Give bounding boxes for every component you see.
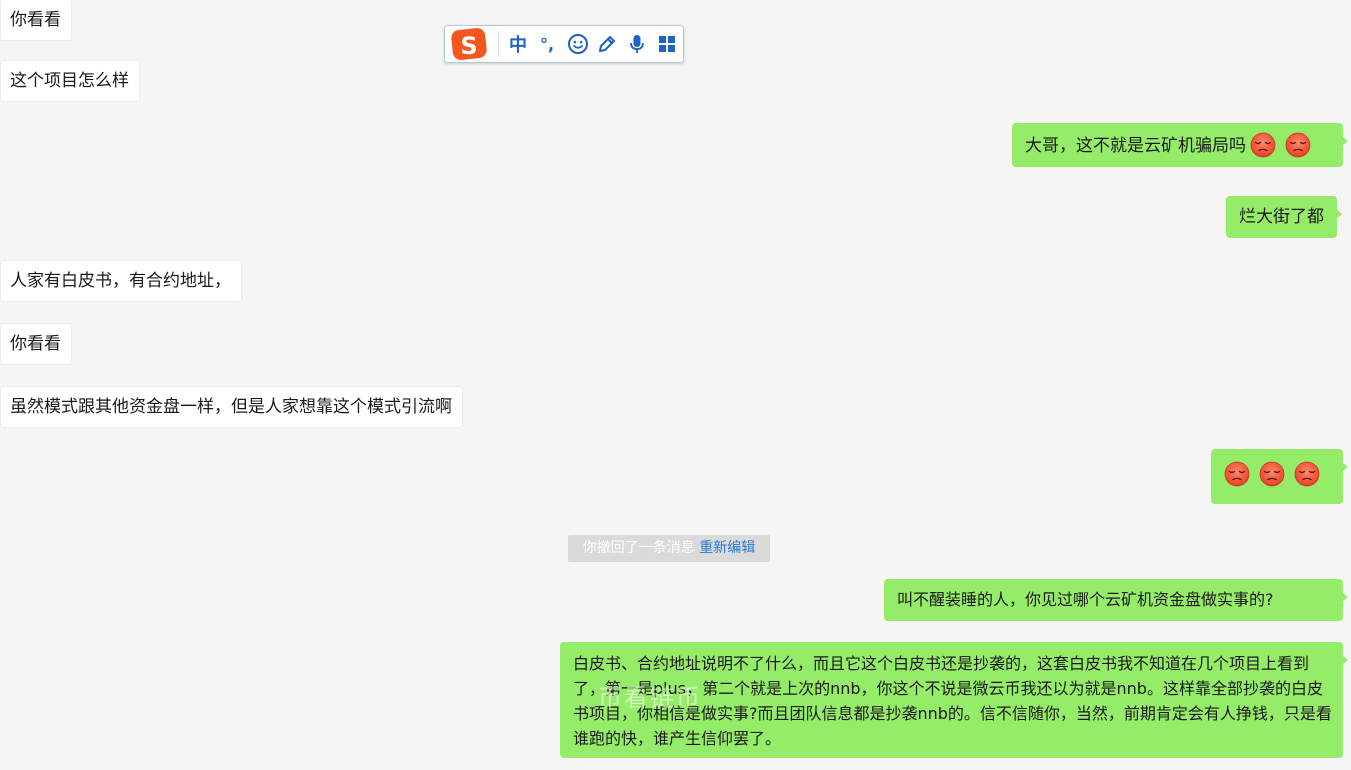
outgoing-message[interactable]: 白皮书、合约地址说明不了什么，而且它这个白皮书还是抄袭的，这套白皮书我不知道在几… [560, 642, 1348, 758]
punctuation-label: °, [539, 34, 555, 54]
sogou-logo-icon[interactable]: S [449, 27, 491, 61]
outgoing-message[interactable]: 大哥，这不就是云矿机骗局吗 [1012, 123, 1348, 167]
sad-face-emoji-icon [1224, 461, 1250, 487]
message-text: 你看看 [10, 10, 61, 30]
message-text: 虽然模式跟其他资金盘一样，但是人家想靠这个模式引流啊 [10, 397, 452, 417]
toolbox-button[interactable] [654, 31, 680, 57]
message-text: 烂大街了都 [1239, 207, 1324, 227]
smiley-icon [568, 34, 588, 54]
pen-icon [599, 36, 615, 52]
message-text: 大哥，这不就是云矿机骗局吗 [1025, 136, 1246, 156]
sad-face-emoji-icon [1250, 132, 1276, 158]
sad-face-emoji-icon [1259, 461, 1285, 487]
message-text: 这个项目怎么样 [10, 71, 129, 91]
re-edit-link[interactable]: 重新编辑 [699, 540, 755, 556]
grid-icon [659, 36, 675, 52]
microphone-icon [630, 35, 644, 53]
outgoing-message[interactable]: 烂大街了都 [1226, 196, 1342, 238]
message-text: 白皮书、合约地址说明不了什么，而且它这个白皮书还是抄袭的，这套白皮书我不知道在几… [573, 654, 1332, 748]
message-text: 人家有白皮书，有合约地址， [10, 271, 231, 291]
incoming-message[interactable]: 这个项目怎么样 [0, 60, 140, 102]
emoji-button[interactable] [565, 31, 591, 57]
svg-text:S: S [460, 32, 477, 60]
incoming-message[interactable]: 你看看 [0, 0, 72, 41]
toolbar-divider [498, 31, 499, 57]
message-text: 你看看 [10, 334, 61, 354]
incoming-message[interactable]: 你看看 [0, 323, 72, 365]
punctuation-button[interactable]: °, [534, 31, 560, 57]
recall-notice: 你撤回了一条消息 重新编辑 [568, 535, 770, 562]
voice-input-button[interactable] [624, 31, 650, 57]
sad-face-emoji-icon [1294, 461, 1320, 487]
chat-window: 你看看 这个项目怎么样 S 中 °, 大哥，这不就是云矿机骗局吗 烂大街了都 人… [0, 0, 1351, 770]
handwriting-button[interactable] [594, 31, 620, 57]
ime-toolbar[interactable]: S 中 °, [444, 25, 684, 63]
recall-text: 你撤回了一条消息 [582, 540, 695, 556]
outgoing-emoji-message[interactable] [1211, 449, 1348, 504]
incoming-message[interactable]: 虽然模式跟其他资金盘一样，但是人家想靠这个模式引流啊 [0, 386, 463, 428]
outgoing-message[interactable]: 叫不醒装睡的人，你见过哪个云矿机资金盘做实事的? [884, 579, 1348, 621]
sad-face-emoji-icon [1285, 132, 1311, 158]
message-text: 叫不醒装睡的人，你见过哪个云矿机资金盘做实事的? [897, 590, 1274, 609]
chinese-mode-button[interactable]: 中 [505, 31, 531, 57]
incoming-message[interactable]: 人家有白皮书，有合约地址， [0, 260, 242, 302]
mode-label: 中 [509, 35, 527, 56]
